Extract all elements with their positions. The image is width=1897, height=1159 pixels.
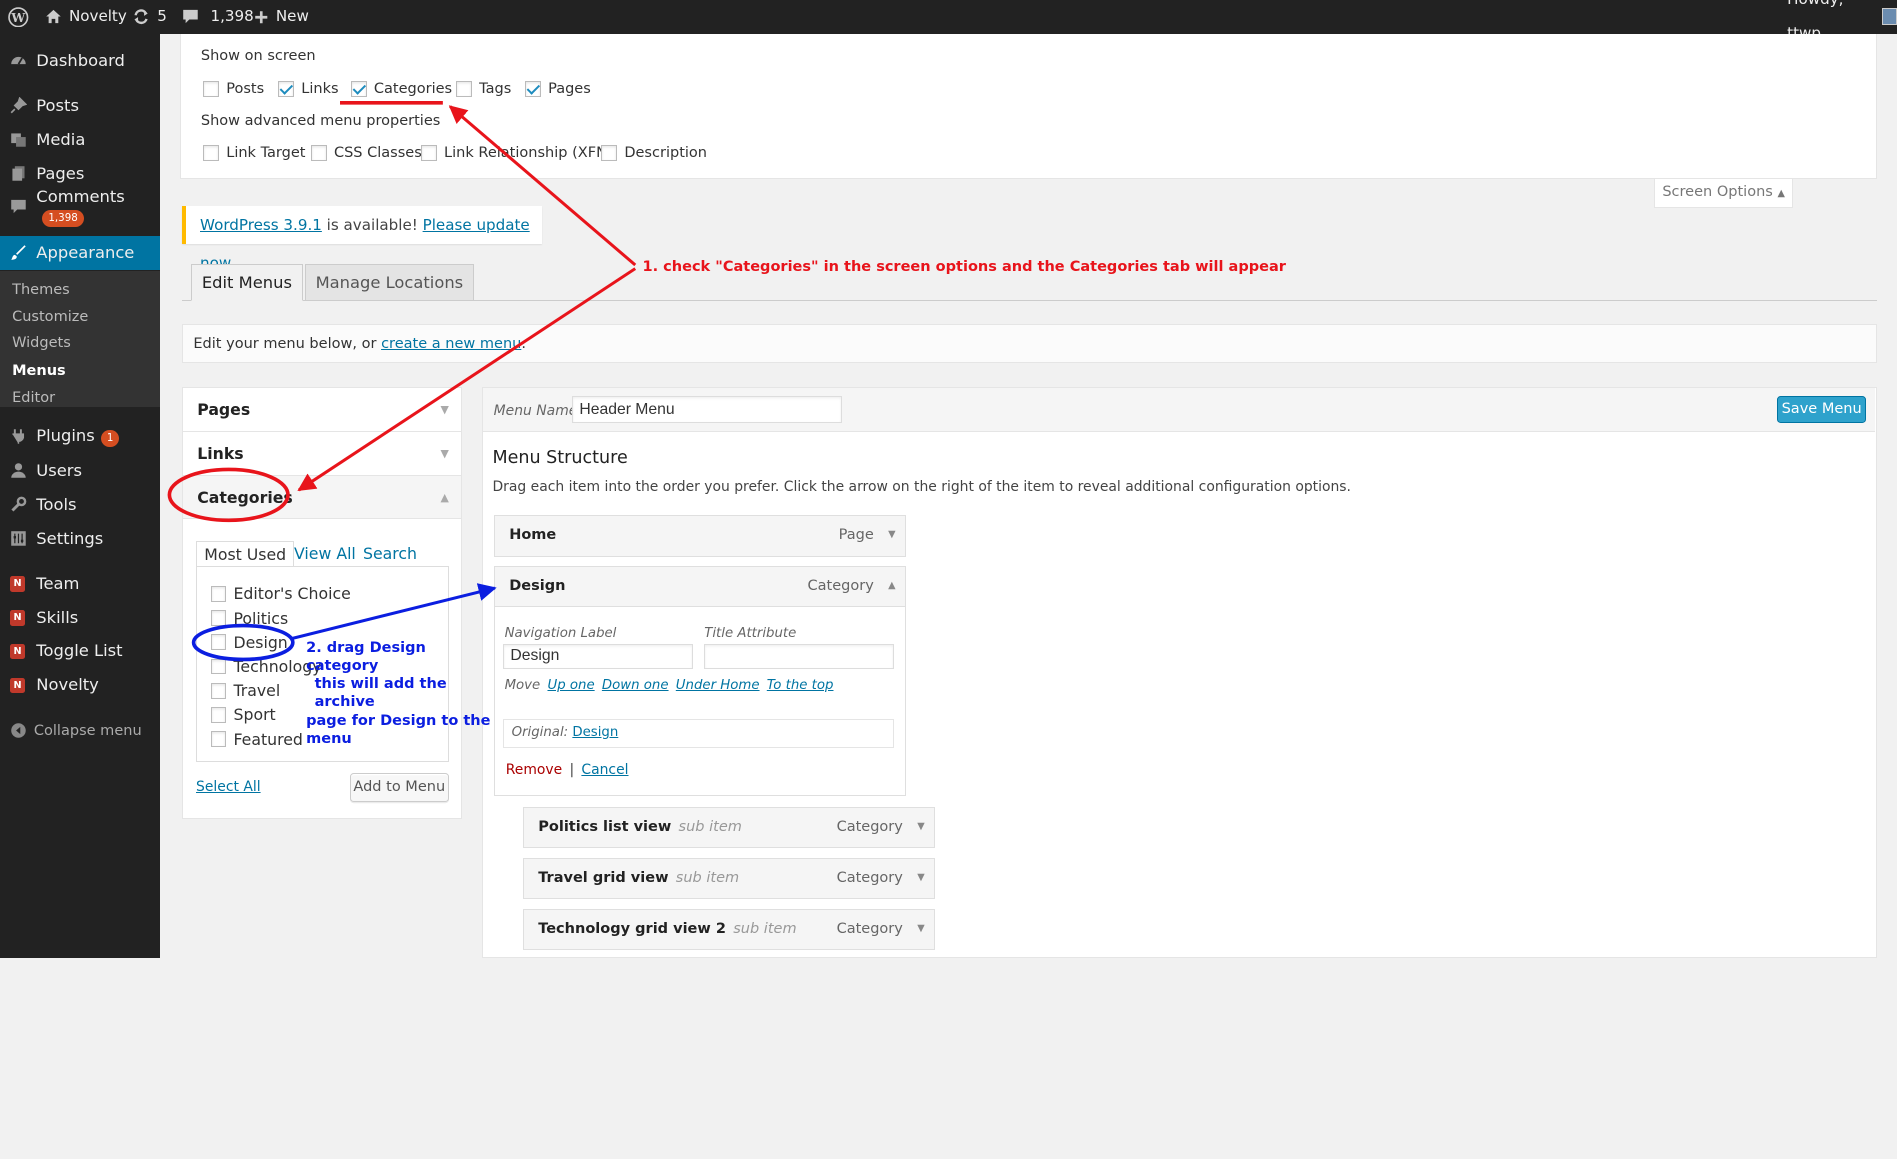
annotation-line: page for Design to the menu xyxy=(306,712,491,747)
annotation-line: 2. drag Design category xyxy=(306,639,426,675)
annotation-line: this will add the archive xyxy=(314,676,447,711)
annotation-overlay xyxy=(167,101,637,662)
circle-design-annotation xyxy=(191,623,295,662)
circle-categories-annotation xyxy=(167,467,290,523)
wp-admin-screen: W Novelty 5 1,398 New Howdy, ttwp Dashbo… xyxy=(0,0,1897,959)
arrow-to-categories-tab xyxy=(297,267,637,492)
arrow-to-categories-checkbox xyxy=(448,105,637,267)
arrow-to-design-menu-item xyxy=(290,583,497,641)
annotation-step-1: 1. check "Categories" in the screen opti… xyxy=(642,258,1286,275)
annotation-step-2: 2. drag Design category this will add th… xyxy=(306,639,502,748)
